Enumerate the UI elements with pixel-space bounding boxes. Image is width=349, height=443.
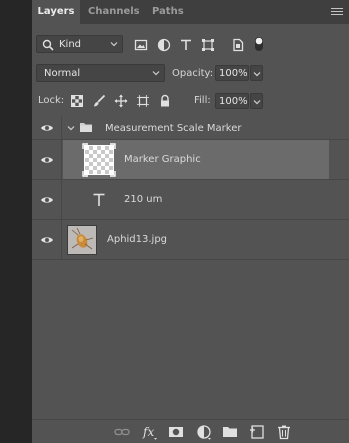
eye-icon [41, 197, 53, 203]
lock-all-icon[interactable] [158, 94, 172, 108]
fill-field[interactable]: 100% [215, 93, 249, 109]
fx-icon[interactable]: fx [142, 424, 158, 440]
layer-row-aphid-image[interactable]: Aphid13.jpg [32, 220, 349, 260]
visibility-toggle[interactable] [32, 180, 62, 219]
layer-mask-icon[interactable] [168, 424, 184, 440]
adjustment-filter-icon[interactable] [157, 38, 171, 52]
opacity-label: Opacity: [172, 68, 214, 79]
tab-layers[interactable]: Layers [32, 0, 80, 24]
filter-row: Kind [32, 32, 349, 56]
lock-row: Lock: Fill: 100% [32, 90, 349, 112]
eye-icon [41, 125, 53, 131]
filter-kind-select[interactable]: Kind [36, 35, 123, 53]
tab-channels[interactable]: Channels [88, 0, 140, 24]
lock-label: Lock: [38, 95, 65, 106]
left-dark-strip [0, 0, 32, 443]
lock-transparent-icon[interactable] [70, 94, 84, 108]
chevron-down-icon [152, 71, 160, 76]
new-layer-icon[interactable] [249, 424, 265, 440]
eye-icon [41, 157, 53, 163]
text-layer-icon [93, 193, 105, 206]
blend-mode-select[interactable]: Normal [36, 64, 165, 82]
tab-paths[interactable]: Paths [152, 0, 186, 24]
fill-value: 100% [219, 96, 248, 107]
link-layers-icon[interactable] [114, 424, 130, 440]
visibility-toggle[interactable] [32, 220, 62, 259]
blend-row: Normal Opacity: 100% [32, 62, 349, 84]
filter-kind-label: Kind [59, 39, 82, 50]
layer-name-text: 210 um [124, 194, 163, 205]
image-filter-icon[interactable] [134, 38, 148, 52]
shape-filter-icon[interactable] [201, 38, 215, 52]
opacity-field[interactable]: 100% [215, 65, 249, 81]
chevron-down-icon [110, 42, 118, 47]
layers-list: Measurement Scale Marker Marker Graphic … [32, 116, 349, 418]
panel-menu-icon[interactable] [331, 6, 343, 18]
visibility-toggle[interactable] [32, 116, 62, 139]
layers-bottom-toolbar: fx [32, 419, 349, 443]
eye-icon [41, 237, 53, 243]
layer-row-group[interactable]: Measurement Scale Marker [32, 116, 349, 140]
layer-name-aphid: Aphid13.jpg [107, 234, 168, 245]
delete-icon[interactable] [276, 424, 292, 440]
new-group-icon[interactable] [222, 424, 238, 440]
layer-thumbnail-transparent [82, 143, 116, 177]
type-filter-icon[interactable] [179, 38, 193, 52]
opacity-dropdown-button[interactable] [250, 65, 263, 81]
search-icon [42, 39, 54, 51]
adjustment-layer-icon[interactable] [196, 424, 212, 440]
svg-text:fx: fx [142, 425, 154, 439]
filter-toggle-icon[interactable] [254, 36, 264, 52]
layer-row-text[interactable]: 210 um [32, 180, 349, 220]
smart-object-filter-icon[interactable] [231, 38, 245, 52]
aphid-photo-icon [68, 226, 96, 254]
layer-name-group: Measurement Scale Marker [105, 123, 242, 134]
aphid-image-thumbnail [67, 225, 97, 255]
chevron-down-icon [253, 72, 261, 77]
layers-panel: Layers Channels Paths Kind Normal Opacit… [32, 0, 349, 443]
lock-position-icon[interactable] [114, 94, 128, 108]
visibility-toggle[interactable] [32, 140, 62, 179]
layer-name-marker-graphic: Marker Graphic [124, 154, 201, 165]
fill-label: Fill: [194, 95, 211, 106]
layer-row-marker-graphic[interactable]: Marker Graphic [32, 140, 349, 180]
selection-corners-icon [82, 143, 116, 177]
chevron-down-icon [253, 100, 261, 105]
fill-dropdown-button[interactable] [250, 93, 263, 109]
lock-image-icon[interactable] [92, 94, 106, 108]
chevron-down-icon[interactable] [67, 124, 75, 132]
opacity-value: 100% [219, 68, 248, 79]
panel-tab-bar: Layers Channels Paths [32, 0, 349, 24]
lock-artboard-icon[interactable] [136, 94, 150, 108]
folder-icon [80, 123, 92, 132]
blend-mode-value: Normal [44, 68, 81, 79]
